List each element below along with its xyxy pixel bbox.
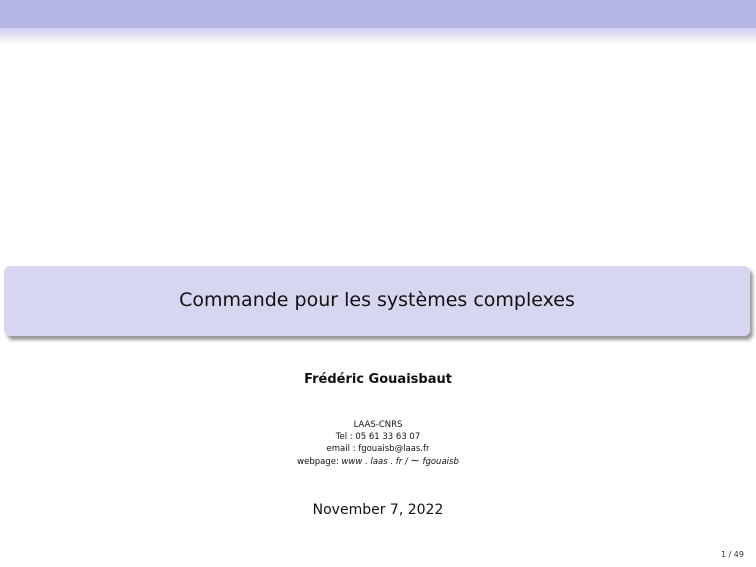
slide: Commande pour les systèmes complexes Fré… — [0, 0, 756, 567]
webpage-label: webpage: — [297, 457, 339, 467]
webpage-url: www . laas . fr / — [341, 457, 408, 467]
affiliation-block: LAAS-CNRS Tel : 05 61 33 63 07 email : f… — [0, 419, 756, 468]
header-band-shadow — [0, 28, 756, 44]
telephone: Tel : 05 61 33 63 07 — [335, 432, 421, 442]
webpage: webpage: www . laas . fr / ∼ fgouaisb — [0, 455, 756, 468]
slide-title: Commande pour les systèmes complexes — [179, 289, 575, 311]
email: email : fgouaisb@laas.fr — [326, 444, 430, 454]
page-number: 1 / 49 — [720, 550, 744, 559]
author-name: Frédéric Gouaisbaut — [304, 372, 452, 387]
title-box: Commande pour les systèmes complexes — [4, 266, 750, 336]
presentation-date: November 7, 2022 — [312, 502, 444, 518]
header-band — [0, 0, 756, 28]
institution: LAAS-CNRS — [353, 420, 403, 430]
webpage-user: fgouaisb — [422, 457, 459, 467]
webpage-tilde: ∼ — [410, 454, 420, 467]
